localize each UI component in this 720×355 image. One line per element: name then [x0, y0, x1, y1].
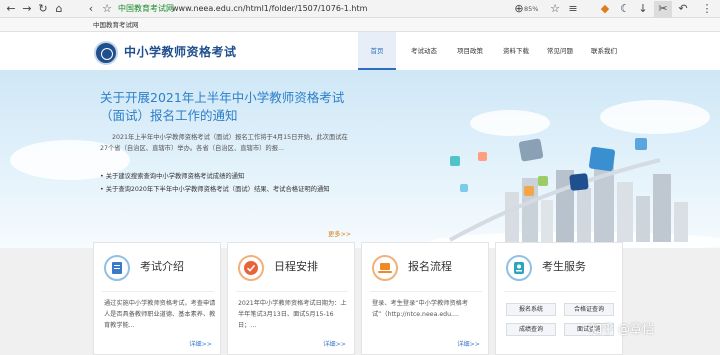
site-logo-text[interactable]: 中小学教师资格考试	[124, 44, 237, 60]
score-query-button[interactable]: 成绩查询	[506, 323, 556, 336]
card-candidate-services: 考生服务 报名系统 合格证查询 成绩查询 面试查询	[495, 242, 623, 355]
cloud-decoration	[600, 100, 710, 134]
news-summary: 2021年上半年中小学教师资格考试（面试）报名工作将于4月15日开始，此次面试在…	[100, 134, 348, 152]
url-text[interactable]: www.neea.edu.cn/html1/folder/1507/1076-1…	[172, 1, 367, 17]
favorite-item[interactable]: 中国教育考试网	[93, 18, 139, 32]
card-schedule[interactable]: 日程安排 2021年中小学教师资格考试日期为：上半年笔试3月13日、面试5月15…	[227, 242, 355, 355]
theme-icon[interactable]: ☾	[618, 1, 632, 17]
site-header: 中小学教师资格考试 首页 考试动态 项目政策 资料下载 常见问题 联系我们	[0, 32, 720, 70]
collapse-icon[interactable]: ‹	[84, 1, 98, 17]
card-title: 考生服务	[542, 260, 586, 273]
card-title[interactable]: 考试介绍	[140, 260, 184, 274]
document-icon	[104, 255, 130, 281]
divider	[504, 291, 616, 292]
zoom-level: 85%	[524, 5, 539, 13]
main-nav: 首页 考试动态 项目政策 资料下载 常见问题 联系我们	[358, 32, 628, 70]
id-card-icon	[506, 255, 532, 281]
home-icon[interactable]: ⌂	[52, 1, 66, 17]
checkmark-icon	[238, 255, 264, 281]
game-icon[interactable]: ◆	[598, 1, 612, 17]
site-security-label: 中国教育考试网	[118, 4, 174, 13]
logo-emblem-icon[interactable]	[94, 41, 118, 65]
card-more-link[interactable]: 详细>>	[457, 340, 480, 350]
refresh-icon[interactable]: ↻	[36, 1, 50, 17]
news-list: • 关于建议搜索查询中小学教师资格考试成绩的通知 • 关于查询2020年下半年中…	[100, 170, 360, 196]
nav-item-home[interactable]: 首页	[358, 32, 396, 70]
nav-item-news[interactable]: 考试动态	[404, 32, 444, 70]
card-registration[interactable]: 报名流程 登录、考生登录“中小学教师资格考试”（http://ntce.neea…	[361, 242, 489, 355]
nav-item-faq[interactable]: 常见问题	[540, 32, 580, 70]
address-bar[interactable]: 中国教育考试网 www.neea.edu.cn/html1/folder/150…	[118, 1, 546, 17]
news-list-item[interactable]: • 关于建议搜索查询中小学教师资格考试成绩的通知	[100, 170, 360, 183]
bookmark-star-icon[interactable]: ☆	[100, 1, 114, 17]
cut-icon[interactable]: ✂	[654, 1, 672, 17]
card-more-link[interactable]: 详细>>	[323, 340, 346, 350]
browser-toolbar: ← → ↻ ⌂ ‹ ☆ 中国教育考试网 www.neea.edu.cn/html…	[0, 0, 720, 18]
city-illustration	[430, 138, 720, 248]
download-icon[interactable]: ↓	[636, 1, 650, 17]
back-icon[interactable]: ←	[4, 1, 18, 17]
card-exam-intro[interactable]: 考试介绍 通过实施中小学教师资格考试，考查申请人是否具备教师职业道德、基本素养、…	[93, 242, 221, 355]
card-title[interactable]: 日程安排	[274, 260, 318, 274]
nav-item-policy[interactable]: 项目政策	[450, 32, 490, 70]
more-link[interactable]: 更多>>	[328, 230, 351, 240]
undo-icon[interactable]: ↶	[676, 1, 690, 17]
card-more-link[interactable]: 详细>>	[189, 340, 212, 350]
news-headline[interactable]: 关于开展2021年上半年中小学教师资格考试（面试）报名工作的通知	[100, 89, 360, 125]
certificate-query-button[interactable]: 合格证查询	[564, 303, 614, 316]
favorites-bar: 中国教育考试网	[0, 18, 720, 32]
news-list-item[interactable]: • 关于查询2020年下半年中小学教师资格考试（面试）结果、考试合格证明的通知	[100, 183, 360, 196]
forward-icon[interactable]: →	[20, 1, 34, 17]
nav-item-downloads[interactable]: 资料下载	[496, 32, 536, 70]
collections-icon[interactable]: ≡	[566, 1, 580, 17]
registration-system-button[interactable]: 报名系统	[506, 303, 556, 316]
hero-banner: 关于开展2021年上半年中小学教师资格考试（面试）报名工作的通知 2021年上半…	[0, 70, 720, 248]
card-body: 通过实施中小学教师资格考试，考查申请人是否具备教师职业道德、基本素养、教育教学能…	[104, 300, 216, 329]
web-page: 中小学教师资格考试 首页 考试动态 项目政策 资料下载 常见问题 联系我们 关于…	[0, 32, 720, 355]
favorite-icon[interactable]: ☆	[548, 1, 562, 17]
menu-icon[interactable]: ⋮	[700, 1, 714, 17]
divider	[102, 291, 214, 292]
nav-item-contact[interactable]: 联系我们	[584, 32, 624, 70]
watermark-text: 知乎 @章恺	[590, 322, 654, 336]
card-body: 登录、考生登录“中小学教师资格考试”（http://ntce.neea.edu.…	[372, 300, 469, 318]
card-title[interactable]: 报名流程	[408, 260, 452, 274]
quick-links: 考试介绍 通过实施中小学教师资格考试，考查申请人是否具备教师职业道德、基本素养、…	[90, 242, 628, 355]
divider	[236, 291, 348, 292]
card-body: 2021年中小学教师资格考试日期为：上半年笔试3月13日、面试5月15-16日；…	[238, 300, 347, 329]
laptop-icon	[372, 255, 398, 281]
divider	[370, 291, 482, 292]
